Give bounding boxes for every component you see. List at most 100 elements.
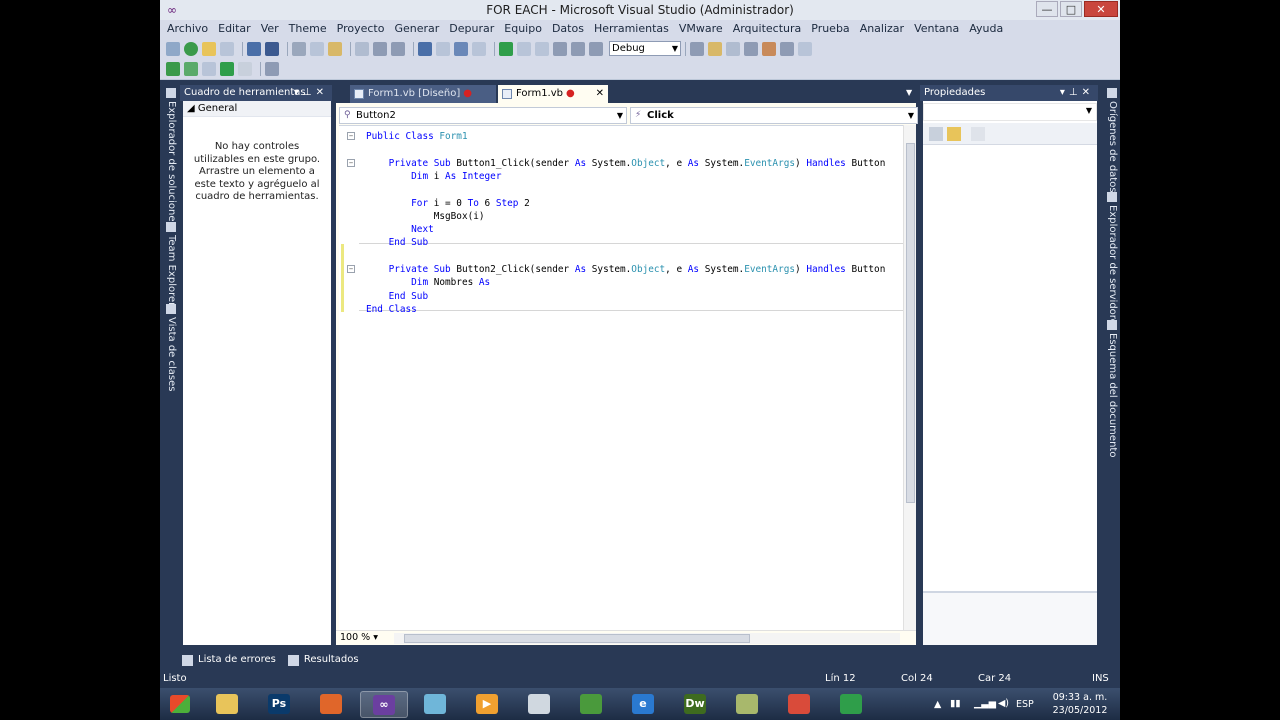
menu-item-ver[interactable]: Ver	[256, 20, 284, 38]
taskbar-app-app-5[interactable]	[412, 691, 460, 718]
taskbar-app-media-player[interactable]: ▶	[464, 691, 512, 718]
tab-solution-explorer[interactable]: Explorador de soluciones	[163, 88, 177, 227]
categorized-icon[interactable]	[929, 127, 943, 141]
menu-item-datos[interactable]: Datos	[547, 20, 589, 38]
clock[interactable]: 09:33 a. m. 23/05/2012	[1052, 691, 1108, 717]
start-button[interactable]	[162, 691, 200, 718]
pin-icon[interactable]: ⊥	[303, 87, 316, 98]
pin-icon[interactable]: ⊥	[1069, 87, 1082, 98]
cut-icon[interactable]	[292, 41, 306, 56]
panel-controls[interactable]: ▾⊥✕	[294, 85, 328, 101]
taskbar-app-project[interactable]	[568, 691, 616, 718]
menu-item-analizar[interactable]: Analizar	[855, 20, 909, 38]
menu-item-archivo[interactable]: Archivo	[162, 20, 213, 38]
new-project-icon[interactable]	[166, 41, 180, 56]
tab-output[interactable]: Resultados	[287, 651, 359, 669]
zoom-select[interactable]: 100 % ▾	[340, 632, 378, 643]
menu-item-herramientas[interactable]: Herramientas	[589, 20, 674, 38]
pause-icon[interactable]	[517, 41, 531, 56]
menu-item-generar[interactable]: Generar	[389, 20, 444, 38]
start-page-icon[interactable]	[780, 41, 794, 56]
language-indicator[interactable]: ESP	[1016, 699, 1034, 710]
open-icon[interactable]	[202, 41, 216, 56]
start-debug-icon[interactable]	[499, 41, 513, 56]
solution-config-select[interactable]: Debug ▼	[609, 41, 681, 56]
clean-icon[interactable]	[202, 62, 216, 76]
close-button[interactable]: ✕	[1084, 1, 1118, 17]
tab-form1-design[interactable]: Form1.vb [Diseño] ●	[350, 85, 496, 103]
menu-item-arquitectura[interactable]: Arquitectura	[728, 20, 807, 38]
toolbox-group[interactable]: ◢ General	[183, 101, 331, 117]
disabled-icon[interactable]	[238, 62, 252, 76]
close-tab-icon[interactable]: ✕	[596, 85, 604, 103]
tab-server-explorer[interactable]: Explorador de servidores	[1104, 192, 1118, 330]
show-hidden-icons-icon[interactable]: ▲	[934, 699, 941, 710]
taskbar-app-chrome[interactable]	[776, 691, 824, 718]
scroll-thumb[interactable]	[404, 634, 750, 643]
window-icon[interactable]	[798, 41, 812, 56]
tab-form1-code[interactable]: Form1.vb ● ✕	[498, 85, 608, 103]
run-icon[interactable]	[220, 62, 234, 76]
navigate-icon[interactable]	[454, 41, 468, 56]
collapse-icon[interactable]: −	[347, 158, 355, 167]
panel-controls[interactable]: ▾⊥✕	[1060, 85, 1094, 101]
menu-item-equipo[interactable]: Equipo	[499, 20, 547, 38]
menu-item-vmware[interactable]: VMware	[674, 20, 728, 38]
taskbar-app-explorer[interactable]	[204, 691, 252, 718]
object-browser-icon[interactable]	[744, 41, 758, 56]
menu-item-depurar[interactable]: Depurar	[444, 20, 499, 38]
code-area[interactable]: − Public Class Form1 − Private Sub Button1…	[339, 125, 903, 630]
minimize-button[interactable]: —	[1036, 1, 1058, 17]
uncomment-icon[interactable]	[391, 41, 405, 56]
solution-explorer-icon[interactable]	[708, 41, 722, 56]
web-icon[interactable]	[184, 41, 198, 56]
taskbar-app-paint[interactable]	[516, 691, 564, 718]
volume-icon[interactable]: ◀)	[998, 698, 1009, 709]
taskbar-app-firefox[interactable]	[308, 691, 356, 718]
menu-item-proyecto[interactable]: Proyecto	[332, 20, 390, 38]
tab-team-explorer[interactable]: Team Explorer	[163, 222, 177, 306]
collapse-icon[interactable]: −	[347, 132, 355, 140]
scroll-thumb[interactable]	[906, 143, 915, 503]
navigate-forward-icon[interactable]	[472, 41, 486, 56]
undo-icon[interactable]	[418, 41, 432, 56]
alphabetical-icon[interactable]	[947, 127, 961, 141]
vertical-scrollbar[interactable]	[903, 125, 916, 630]
taskbar-app-camtasia[interactable]	[828, 691, 876, 718]
property-pages-icon[interactable]	[971, 127, 985, 141]
properties-icon[interactable]	[726, 41, 740, 56]
taskbar-app-visual-studio[interactable]: ∞	[360, 691, 408, 718]
toolbox-icon[interactable]	[762, 41, 776, 56]
network-icon[interactable]: ▮▮	[950, 698, 960, 709]
step-icon[interactable]	[553, 41, 567, 56]
close-icon[interactable]: ✕	[1082, 87, 1094, 98]
menu-item-theme[interactable]: Theme	[284, 20, 332, 38]
object-select[interactable]: ⚲ Button2 ▼	[339, 107, 627, 124]
menu-item-prueba[interactable]: Prueba	[806, 20, 854, 38]
signal-icon[interactable]: ▁▃▅	[974, 698, 996, 709]
stop-icon[interactable]	[535, 41, 549, 56]
horizontal-scrollbar[interactable]	[394, 633, 900, 644]
taskbar-app-app-11[interactable]	[724, 691, 772, 718]
find-in-files-icon[interactable]	[690, 41, 704, 56]
comment-icon[interactable]	[373, 41, 387, 56]
refresh-icon[interactable]	[166, 62, 180, 76]
build-icon[interactable]	[184, 62, 198, 76]
member-select[interactable]: ⚡ Click ▼	[630, 107, 918, 124]
collapse-icon[interactable]: −	[347, 265, 355, 273]
maximize-button[interactable]: □	[1060, 1, 1082, 17]
copy-icon[interactable]	[310, 41, 324, 56]
menu-item-ventana[interactable]: Ventana	[909, 20, 964, 38]
taskbar-app-dreamweaver[interactable]: Dw	[672, 691, 720, 718]
save-all-icon[interactable]	[265, 41, 279, 56]
add-item-icon[interactable]	[220, 41, 234, 56]
menu-item-editar[interactable]: Editar	[213, 20, 256, 38]
tab-document-outline[interactable]: Esquema del documento	[1104, 320, 1118, 457]
close-icon[interactable]: ✕	[316, 87, 328, 98]
redo-icon[interactable]	[436, 41, 450, 56]
tab-data-sources[interactable]: Orígenes de datos	[1104, 88, 1118, 193]
taskbar-app-internet-explorer[interactable]: e	[620, 691, 668, 718]
step-out-icon[interactable]	[589, 41, 603, 56]
find-icon[interactable]	[355, 41, 369, 56]
save-icon[interactable]	[247, 41, 261, 56]
